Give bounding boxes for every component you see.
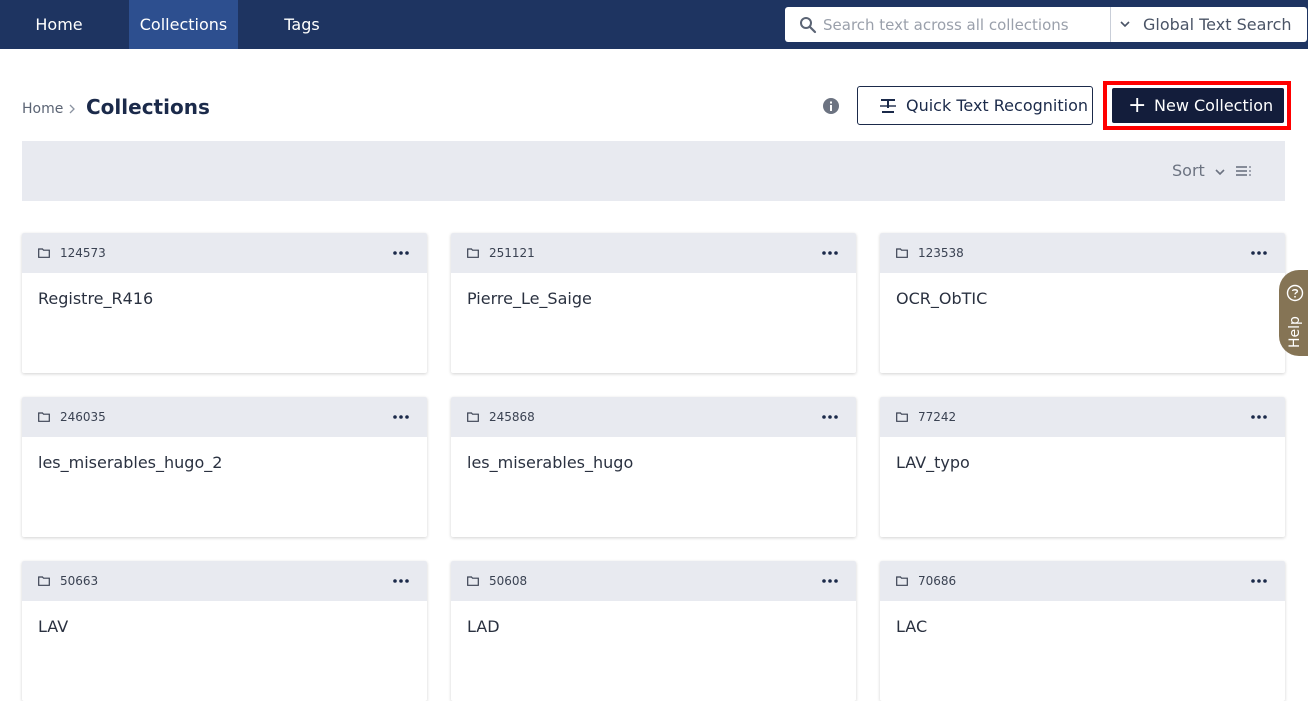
top-navigation-bar: Home Collections Tags Global Text Search bbox=[0, 0, 1308, 49]
more-options-icon[interactable] bbox=[390, 245, 412, 261]
breadcrumb-home-link[interactable]: Home bbox=[22, 101, 63, 117]
more-options-icon[interactable] bbox=[390, 573, 412, 589]
sort-button[interactable]: Sort bbox=[1172, 141, 1205, 201]
collection-card[interactable]: 50663 LAV bbox=[22, 561, 427, 701]
card-header: 251121 bbox=[451, 233, 856, 273]
folder-icon bbox=[467, 248, 479, 258]
list-view-icon[interactable] bbox=[1235, 164, 1252, 178]
collection-card[interactable]: 246035 les_miserables_hugo_2 bbox=[22, 397, 427, 537]
card-header: 246035 bbox=[22, 397, 427, 437]
nav-tab-collections[interactable]: Collections bbox=[129, 0, 238, 49]
folder-icon bbox=[38, 248, 50, 258]
help-question-icon bbox=[1286, 284, 1304, 302]
collection-title: les_miserables_hugo bbox=[467, 453, 634, 472]
collection-id: 245868 bbox=[489, 410, 535, 424]
new-collection-button[interactable]: + New Collection bbox=[1112, 88, 1284, 123]
card-header: 50663 bbox=[22, 561, 427, 601]
collection-id: 124573 bbox=[60, 246, 106, 260]
collection-card[interactable]: 251121 Pierre_Le_Saige bbox=[451, 233, 856, 373]
search-mode-dropdown[interactable]: Global Text Search bbox=[1111, 7, 1307, 42]
quick-text-recognition-label: Quick Text Recognition bbox=[906, 96, 1088, 115]
search-input[interactable] bbox=[823, 7, 1103, 42]
folder-icon bbox=[467, 576, 479, 586]
collection-card[interactable]: 70686 LAC bbox=[880, 561, 1285, 701]
folder-icon bbox=[467, 412, 479, 422]
search-icon bbox=[800, 17, 817, 34]
collection-id: 70686 bbox=[918, 574, 957, 588]
search-mode-label: Global Text Search bbox=[1143, 15, 1292, 34]
card-header: 123538 bbox=[880, 233, 1285, 273]
collection-title: LAV_typo bbox=[896, 453, 970, 472]
collection-title: LAV bbox=[38, 617, 69, 636]
folder-icon bbox=[896, 576, 908, 586]
collection-card[interactable]: 245868 les_miserables_hugo bbox=[451, 397, 856, 537]
folder-icon bbox=[896, 248, 908, 258]
collection-id: 123538 bbox=[918, 246, 964, 260]
card-header: 245868 bbox=[451, 397, 856, 437]
card-header: 124573 bbox=[22, 233, 427, 273]
global-search-box: Global Text Search bbox=[785, 7, 1307, 42]
help-tab[interactable]: Help bbox=[1279, 270, 1308, 356]
collection-title: LAC bbox=[896, 617, 928, 636]
card-header: 77242 bbox=[880, 397, 1285, 437]
collection-title: OCR_ObTIC bbox=[896, 289, 988, 308]
collection-title: Registre_R416 bbox=[38, 289, 154, 308]
collection-card[interactable]: 123538 OCR_ObTIC bbox=[880, 233, 1285, 373]
collection-id: 251121 bbox=[489, 246, 535, 260]
card-header: 50608 bbox=[451, 561, 856, 601]
collections-toolbar: Sort bbox=[22, 141, 1285, 201]
collection-card[interactable]: 77242 LAV_typo bbox=[880, 397, 1285, 537]
new-collection-label: New Collection bbox=[1154, 96, 1274, 115]
more-options-icon[interactable] bbox=[819, 573, 841, 589]
more-options-icon[interactable] bbox=[819, 409, 841, 425]
collection-id: 50608 bbox=[489, 574, 528, 588]
folder-icon bbox=[38, 576, 50, 586]
collection-title: LAD bbox=[467, 617, 500, 636]
more-options-icon[interactable] bbox=[390, 409, 412, 425]
chevron-down-icon[interactable] bbox=[1214, 166, 1226, 178]
more-options-icon[interactable] bbox=[1248, 409, 1270, 425]
folder-icon bbox=[896, 412, 908, 422]
plus-icon: + bbox=[1128, 93, 1147, 118]
page-title: Collections bbox=[86, 95, 210, 119]
collection-id: 246035 bbox=[60, 410, 106, 424]
collection-id: 50663 bbox=[60, 574, 99, 588]
help-label: Help bbox=[1287, 316, 1303, 348]
folder-icon bbox=[38, 412, 50, 422]
more-options-icon[interactable] bbox=[1248, 573, 1270, 589]
info-icon[interactable] bbox=[822, 97, 840, 115]
nav-tab-home[interactable]: Home bbox=[0, 0, 118, 49]
quick-text-recognition-button[interactable]: Quick Text Recognition bbox=[857, 86, 1093, 125]
text-recognition-icon bbox=[880, 99, 896, 113]
chevron-down-icon bbox=[1120, 21, 1130, 28]
card-header: 70686 bbox=[880, 561, 1285, 601]
collection-title: les_miserables_hugo_2 bbox=[38, 453, 223, 472]
collection-title: Pierre_Le_Saige bbox=[467, 289, 592, 308]
collection-card[interactable]: 124573 Registre_R416 bbox=[22, 233, 427, 373]
collection-card[interactable]: 50608 LAD bbox=[451, 561, 856, 701]
nav-tab-tags[interactable]: Tags bbox=[266, 0, 338, 49]
more-options-icon[interactable] bbox=[1248, 245, 1270, 261]
chevron-right-icon bbox=[69, 104, 75, 114]
collection-id: 77242 bbox=[918, 410, 957, 424]
more-options-icon[interactable] bbox=[819, 245, 841, 261]
